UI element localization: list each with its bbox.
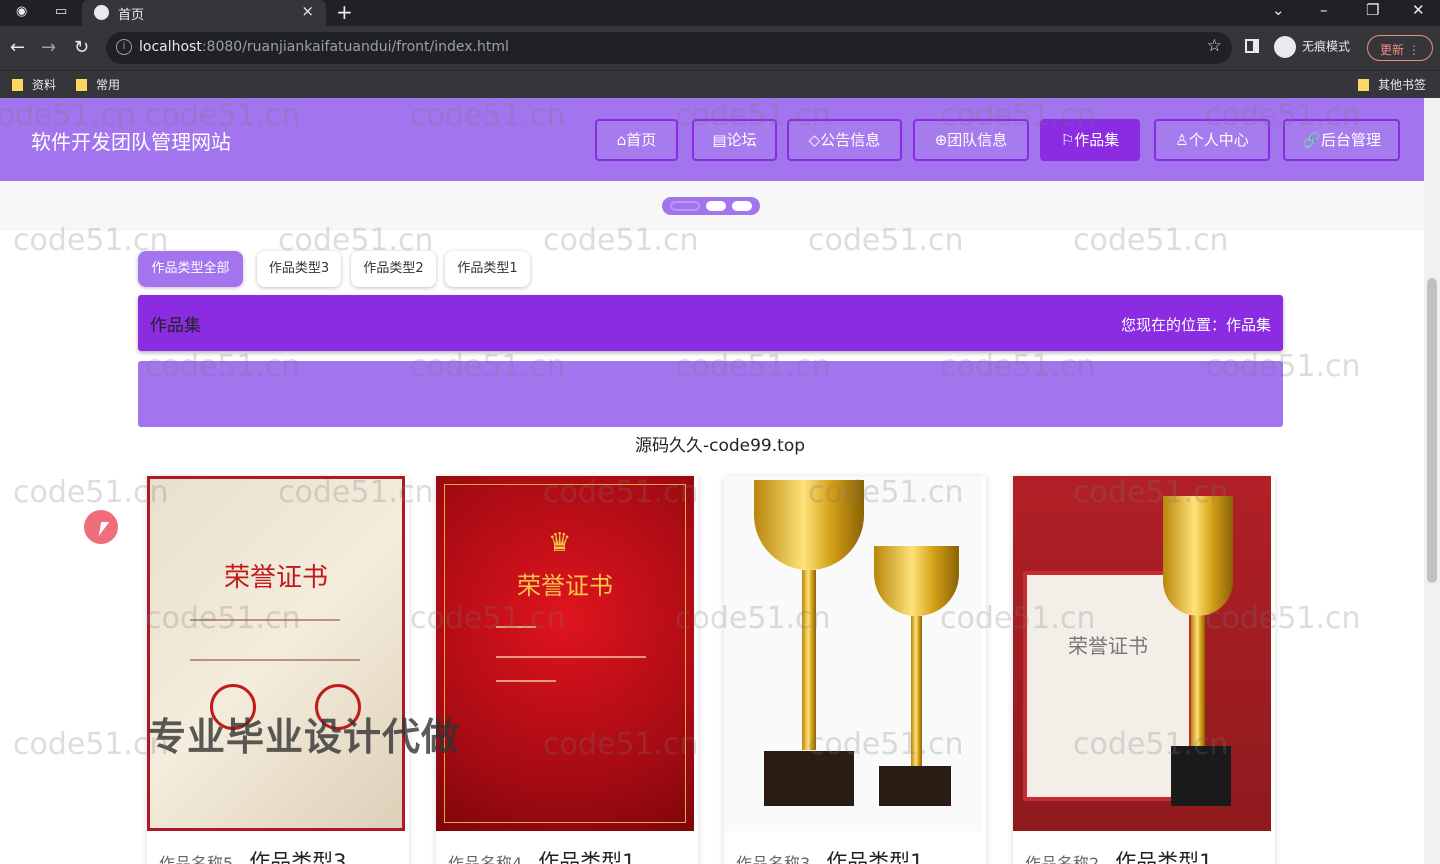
globe-icon[interactable]: ◉ <box>16 4 33 21</box>
source-note: 源码久久-code99.top <box>634 436 806 456</box>
page-title: 作品集 <box>150 316 201 336</box>
portfolio-card[interactable]: 作品名称3 作品类型1 <box>724 476 986 864</box>
close-tab-icon[interactable]: × <box>301 2 314 20</box>
card-caption: 作品名称4 作品类型1 <box>448 850 636 864</box>
breadcrumb-bar: 作品集 您现在的位置：作品集 <box>138 295 1283 351</box>
nav-profile[interactable]: ♙个人中心 <box>1154 119 1270 161</box>
filter-type2[interactable]: 作品类型2 <box>351 251 436 287</box>
bookmarks-bar: 资料 常用 其他书签 <box>0 70 1440 98</box>
scrollbar-thumb[interactable] <box>1427 278 1437 583</box>
trophy-base <box>879 766 951 806</box>
nav-portfolio[interactable]: ⚐作品集 <box>1040 119 1140 161</box>
bookmark-star-icon[interactable]: ☆ <box>1207 36 1222 56</box>
bookmark-folder[interactable]: 常用 <box>76 76 120 93</box>
address-bar[interactable]: i localhost:8080/ruanjiankaifatuandui/fr… <box>106 32 1232 64</box>
tab-search-icon[interactable]: ▭ <box>55 4 72 21</box>
carousel-dot[interactable] <box>706 201 726 211</box>
honor-certificate-image: 荣誉证书 <box>147 476 405 831</box>
trophy-base <box>1171 746 1231 806</box>
text-line <box>190 619 340 621</box>
certificate-paper: 荣誉证书 <box>1023 571 1193 801</box>
filter-type1[interactable]: 作品类型1 <box>445 251 530 287</box>
restore-icon[interactable]: ❐ <box>1366 1 1379 19</box>
trophy-stem <box>1191 616 1205 746</box>
watermark: code51.cn <box>13 727 169 762</box>
nav-team[interactable]: ⊕团队信息 <box>913 119 1029 161</box>
trophy-stem <box>802 570 816 750</box>
trophy-icon <box>1163 496 1233 616</box>
card-caption: 作品名称2 作品类型1 <box>1025 850 1213 864</box>
browser-toolbar: ← → ↻ i localhost:8080/ruanjiankaifatuan… <box>0 26 1440 70</box>
trophy-base <box>764 751 854 806</box>
update-button[interactable]: 更新 ⋮ <box>1367 35 1433 61</box>
nav-forum[interactable]: ▤论坛 <box>692 119 777 161</box>
scrollbar[interactable] <box>1424 98 1440 864</box>
chevron-down-icon[interactable]: ⌄ <box>1272 1 1285 19</box>
red-certificate-image: ♛ 荣誉证书 <box>436 476 694 831</box>
crown-icon: ♛ <box>548 528 572 558</box>
tab-title: 首页 <box>118 8 145 23</box>
watermark: code51.cn <box>13 475 169 510</box>
folder-icon <box>76 79 87 91</box>
text-line <box>496 680 556 682</box>
nav-notices[interactable]: ◇公告信息 <box>787 119 902 161</box>
certificate-heading: 荣誉证书 <box>517 572 613 600</box>
reload-icon[interactable]: ↻ <box>74 37 89 58</box>
back-icon[interactable]: ← <box>10 37 25 58</box>
favicon-icon <box>94 5 109 20</box>
folder-icon <box>12 79 23 91</box>
mouse-cursor-icon <box>84 510 118 544</box>
other-bookmarks[interactable]: 其他书签 <box>1358 76 1426 93</box>
nav-home[interactable]: ⌂首页 <box>595 119 678 161</box>
card-caption: 作品名称5 作品类型3 <box>159 850 347 864</box>
minimize-icon[interactable]: – <box>1320 1 1328 19</box>
portfolio-card[interactable]: 荣誉证书 作品名称2 作品类型1 <box>1013 476 1275 864</box>
certificate-trophy-image: 荣誉证书 <box>1013 476 1271 831</box>
text-line <box>496 626 536 628</box>
trophies-image <box>724 476 982 831</box>
folder-icon <box>1358 79 1369 91</box>
filter-all[interactable]: 作品类型全部 <box>138 251 243 287</box>
carousel-dot[interactable] <box>732 201 752 211</box>
browser-tab[interactable]: 首页 × <box>82 0 326 26</box>
browser-tab-strip: ◉ ▭ 首页 × + ⌄ – ❐ ✕ <box>0 0 1440 26</box>
page-viewport: 软件开发团队管理网站 ⌂首页 ▤论坛 ◇公告信息 ⊕团队信息 ⚐作品集 ♙个人中… <box>0 98 1440 864</box>
bookmark-folder[interactable]: 资料 <box>12 76 56 93</box>
side-panel-icon[interactable] <box>1245 39 1259 53</box>
carousel-dots <box>662 197 760 215</box>
close-window-icon[interactable]: ✕ <box>1412 1 1425 19</box>
new-tab-icon[interactable]: + <box>336 0 353 24</box>
filter-type3[interactable]: 作品类型3 <box>257 251 341 287</box>
breadcrumb: 您现在的位置：作品集 <box>1120 316 1271 334</box>
portfolio-card[interactable]: 荣誉证书 作品名称5 作品类型3 <box>147 476 409 864</box>
url-text: localhost:8080/ruanjiankaifatuandui/fron… <box>139 39 509 55</box>
portfolio-card[interactable]: ♛ 荣誉证书 作品名称4 作品类型1 <box>436 476 698 864</box>
incognito-icon <box>1274 36 1296 58</box>
site-title: 软件开发团队管理网站 <box>31 130 231 154</box>
card-caption: 作品名称3 作品类型1 <box>736 850 924 864</box>
forward-icon[interactable]: → <box>41 37 56 58</box>
site-header: 软件开发团队管理网站 ⌂首页 ▤论坛 ◇公告信息 ⊕团队信息 ⚐作品集 ♙个人中… <box>0 98 1424 181</box>
nav-admin[interactable]: 🔗后台管理 <box>1283 119 1400 161</box>
trophy-icon <box>874 546 959 616</box>
trophy-stem <box>911 616 922 766</box>
info-icon[interactable]: i <box>116 39 132 55</box>
carousel-dot-active[interactable] <box>670 201 700 211</box>
certificate-heading: 荣誉证书 <box>223 563 328 593</box>
text-line <box>496 656 646 658</box>
overlay-ad-text: 专业毕业设计代做 <box>148 715 461 759</box>
incognito-indicator[interactable]: 无痕模式 <box>1274 36 1350 58</box>
trophy-icon <box>754 480 864 570</box>
section-banner <box>138 361 1283 427</box>
certificate-heading: 荣誉证书 <box>1068 634 1148 658</box>
text-line <box>190 659 360 661</box>
